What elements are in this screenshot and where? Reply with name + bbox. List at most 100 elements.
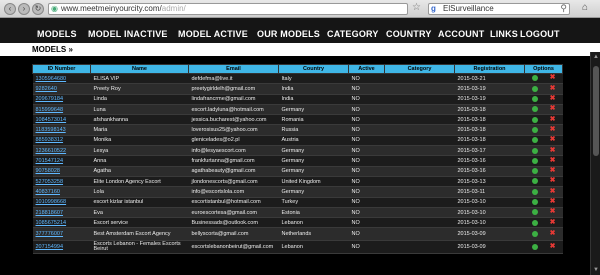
model-name: Elite London Agency Escort: [90, 176, 189, 188]
x-mark-icon[interactable]: ✖: [550, 136, 556, 143]
x-mark-icon[interactable]: ✖: [550, 188, 556, 195]
check-circle-icon[interactable]: [531, 219, 538, 226]
check-circle-icon[interactable]: [531, 137, 538, 144]
scroll-thumb[interactable]: [593, 66, 599, 156]
nav-account[interactable]: ACCOUNT: [438, 29, 484, 39]
check-circle-icon[interactable]: [531, 85, 538, 92]
x-mark-icon[interactable]: ✖: [550, 116, 556, 123]
table-row: 527053258 Elite London Agency Escort jlond…: [32, 176, 563, 188]
check-circle-icon[interactable]: [531, 116, 538, 123]
header-id[interactable]: ID Number: [32, 64, 91, 74]
model-id-link[interactable]: 885938312: [32, 135, 91, 147]
model-id-link[interactable]: 218818607: [32, 207, 91, 219]
check-circle-icon[interactable]: [531, 230, 538, 237]
model-email: glenicelades@o2.pl: [188, 135, 279, 147]
model-registration-date: 2015-03-11: [454, 186, 525, 198]
x-mark-icon[interactable]: ✖: [550, 126, 556, 133]
x-mark-icon[interactable]: ✖: [550, 85, 556, 92]
scroll-down-icon[interactable]: ▼: [592, 266, 600, 274]
x-mark-icon[interactable]: ✖: [550, 74, 556, 81]
model-name: Agatha: [90, 166, 189, 177]
check-circle-icon[interactable]: [531, 188, 538, 195]
table-row: 40837160 Lola info@escortslola.com Germany N…: [32, 186, 563, 198]
nav-country[interactable]: COUNTRY: [386, 29, 432, 39]
check-circle-icon[interactable]: [531, 106, 538, 113]
search-icon[interactable]: ⚲: [560, 3, 567, 13]
x-mark-icon[interactable]: ✖: [550, 177, 556, 184]
header-name[interactable]: Name: [90, 64, 189, 74]
model-name: afshankhanna: [90, 114, 189, 126]
check-circle-icon[interactable]: [531, 157, 538, 164]
scroll-up-icon[interactable]: ▲: [592, 53, 600, 61]
check-circle-icon[interactable]: [531, 126, 538, 133]
model-active-status: NO: [348, 207, 385, 219]
model-id-link[interactable]: 1183598143: [32, 124, 91, 136]
model-active-status: NO: [348, 104, 385, 116]
home-icon[interactable]: ⌂: [576, 2, 594, 15]
nav-our-models[interactable]: OUR MODELS: [257, 29, 320, 39]
forward-arrow-icon[interactable]: ›: [18, 3, 30, 15]
check-circle-icon[interactable]: [531, 168, 538, 175]
model-id-link[interactable]: 701547124: [32, 155, 91, 167]
check-circle-icon[interactable]: [531, 178, 538, 185]
model-category: [384, 176, 455, 188]
check-circle-icon[interactable]: [531, 209, 538, 216]
model-category: [384, 217, 455, 229]
header-registration[interactable]: Registration: [454, 64, 525, 74]
x-mark-icon[interactable]: ✖: [550, 198, 556, 205]
nav-model-active[interactable]: MODEL ACTIVE: [178, 29, 248, 39]
model-id-link[interactable]: 1236610522: [32, 145, 91, 157]
x-mark-icon[interactable]: ✖: [550, 230, 556, 237]
x-mark-icon[interactable]: ✖: [550, 105, 556, 112]
x-mark-icon[interactable]: ✖: [550, 167, 556, 174]
model-category: [384, 207, 455, 219]
model-active-status: NO: [348, 166, 385, 177]
model-id-link[interactable]: 1084573014: [32, 114, 91, 126]
header-active[interactable]: Active: [348, 64, 385, 74]
model-id-link[interactable]: 9282640: [32, 83, 91, 95]
model-registration-date: 2015-03-18: [454, 135, 525, 147]
header-email[interactable]: Email: [188, 64, 279, 74]
back-arrow-icon[interactable]: ‹: [4, 3, 16, 15]
model-id-link[interactable]: 1085675214: [32, 217, 91, 229]
search-field[interactable]: g ElSurveillance ⚲: [428, 3, 570, 15]
nav-links[interactable]: LINKS: [490, 29, 518, 39]
bookmark-star-icon[interactable]: ☆: [412, 2, 421, 13]
check-circle-icon[interactable]: [531, 147, 538, 154]
nav-logout[interactable]: LOGOUT: [520, 29, 560, 39]
check-circle-icon[interactable]: [531, 198, 538, 205]
check-circle-icon[interactable]: [531, 243, 538, 250]
reload-icon[interactable]: ↻: [32, 3, 44, 15]
header-country[interactable]: Country: [278, 64, 349, 74]
model-id-link[interactable]: 209679184: [32, 94, 91, 105]
model-id-link[interactable]: 1305964680: [32, 73, 91, 85]
x-mark-icon[interactable]: ✖: [550, 95, 556, 102]
row-options: ✖: [524, 155, 563, 167]
model-registration-date: 2015-03-19: [454, 94, 525, 105]
model-registration-date: 2015-03-18: [454, 124, 525, 136]
nav-models[interactable]: MODELS: [37, 29, 77, 39]
model-id-link[interactable]: 40837160: [32, 186, 91, 198]
check-circle-icon[interactable]: [531, 96, 538, 103]
model-id-link[interactable]: 527053258: [32, 176, 91, 188]
model-id-link[interactable]: 815999648: [32, 104, 91, 116]
model-id-link[interactable]: 377776007: [32, 227, 91, 242]
x-mark-icon[interactable]: ✖: [550, 147, 556, 154]
nav-model-inactive[interactable]: MODEL INACTIVE: [88, 29, 168, 39]
model-id-link[interactable]: 207154994: [32, 240, 91, 255]
model-email: frankfurtanna@gmail.com: [188, 155, 279, 167]
check-circle-icon[interactable]: [531, 75, 538, 82]
x-mark-icon[interactable]: ✖: [550, 243, 556, 250]
model-id-link[interactable]: 90758028: [32, 166, 91, 177]
url-field[interactable]: ◉ www.meetmeinyourcity.com/admin/: [48, 3, 408, 15]
model-country: Italy: [278, 73, 349, 85]
nav-category[interactable]: CATEGORY: [327, 29, 379, 39]
model-id-link[interactable]: 1010998668: [32, 197, 91, 208]
vertical-scrollbar[interactable]: ▲ ▼: [590, 52, 600, 275]
x-mark-icon[interactable]: ✖: [550, 208, 556, 215]
header-category[interactable]: Category: [384, 64, 455, 74]
x-mark-icon[interactable]: ✖: [550, 219, 556, 226]
x-mark-icon[interactable]: ✖: [550, 157, 556, 164]
row-options: ✖: [524, 145, 563, 157]
model-category: [384, 94, 455, 105]
